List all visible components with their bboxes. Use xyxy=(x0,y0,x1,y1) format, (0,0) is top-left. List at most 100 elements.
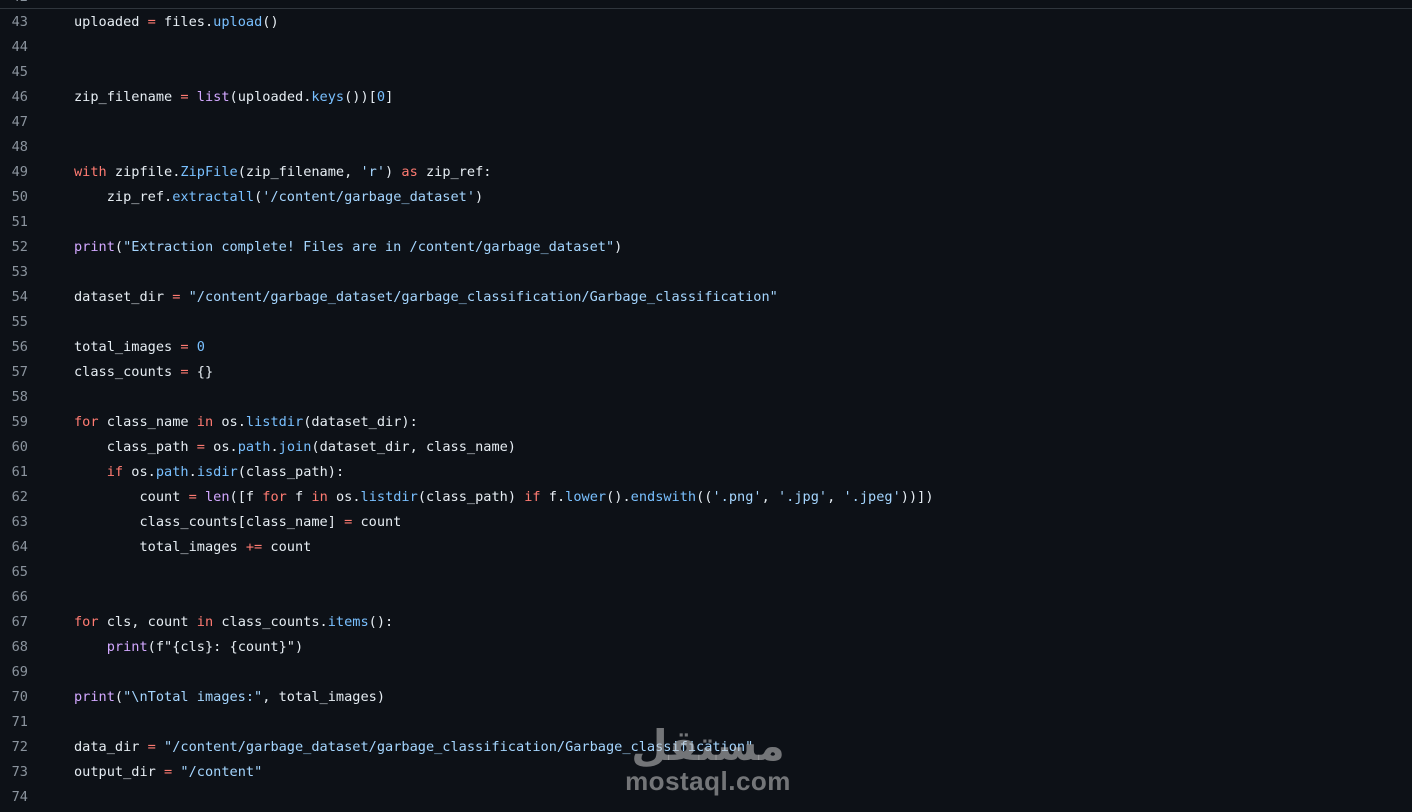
code-token: class_counts xyxy=(74,364,181,380)
line-number: 49 xyxy=(11,164,28,180)
code-line[interactable]: 58 xyxy=(0,385,1412,410)
line-text: total_images += count xyxy=(74,535,311,560)
code-token: for xyxy=(74,614,99,630)
code-line[interactable]: 66 xyxy=(0,585,1412,610)
code-token: () xyxy=(262,14,279,30)
code-token: '.jpeg' xyxy=(843,489,901,505)
code-line[interactable]: 71 xyxy=(0,710,1412,735)
code-line[interactable]: 60 class_path = os.path.join(dataset_dir… xyxy=(0,435,1412,460)
code-line[interactable]: 59 for class_name in os.listdir(dataset_d… xyxy=(0,410,1412,435)
code-line[interactable]: 53 xyxy=(0,260,1412,285)
code-token: listdir xyxy=(245,414,304,430)
code-token: ([f xyxy=(229,489,263,505)
code-line[interactable]: 62 count = len([f for f in os.listdir(cl… xyxy=(0,485,1412,510)
line-number: 61 xyxy=(11,464,28,480)
code-token: upload xyxy=(213,14,263,30)
line-number: 54 xyxy=(11,289,28,305)
code-token: ) xyxy=(614,239,623,255)
code-token: 0 xyxy=(196,339,205,355)
code-token: if xyxy=(524,489,541,505)
code-line[interactable]: 70 print("\nTotal images:", total_images) xyxy=(0,685,1412,710)
code-token: print xyxy=(106,639,148,655)
line-number: 56 xyxy=(11,339,28,355)
code-editor[interactable]: 4243uploaded = files.upload()444546zip_f… xyxy=(0,0,1412,810)
code-token: zipfile. xyxy=(106,164,181,180)
code-line[interactable]: 69 xyxy=(0,660,1412,685)
code-token: ( xyxy=(114,689,124,705)
line-number: 63 xyxy=(11,514,28,530)
code-token: os. xyxy=(204,439,238,455)
code-token: uploaded xyxy=(74,14,148,30)
code-token: = xyxy=(188,489,197,505)
code-token: "/content/garbage_dataset/garbage_classi… xyxy=(188,289,778,305)
code-token: keys xyxy=(311,89,345,105)
line-text: print(f"{cls}: {count}") xyxy=(74,635,303,660)
code-token: listdir xyxy=(360,489,418,505)
code-line[interactable]: 56 total_images = 0 xyxy=(0,335,1412,360)
line-number: 53 xyxy=(11,264,28,280)
code-line[interactable]: 47 xyxy=(0,110,1412,135)
code-token: count xyxy=(262,539,312,555)
line-text: output_dir = "/content" xyxy=(74,760,262,785)
code-token: print xyxy=(74,689,115,705)
code-line[interactable]: 46 zip_filename = list(uploaded.keys())[0… xyxy=(0,85,1412,110)
code-line[interactable]: 63 class_counts[class_name] = count xyxy=(0,510,1412,535)
line-number: 57 xyxy=(11,364,28,380)
code-line[interactable]: 42 xyxy=(0,0,1412,10)
code-line[interactable]: 52 print("Extraction complete! Files are … xyxy=(0,235,1412,260)
code-line[interactable]: 43 uploaded = files.upload() xyxy=(0,10,1412,35)
code-token: list xyxy=(196,89,230,105)
code-line[interactable]: 67 for cls, count in class_counts.items()… xyxy=(0,610,1412,635)
code-line[interactable]: 73 output_dir = "/content" xyxy=(0,760,1412,785)
code-token: = xyxy=(180,364,189,380)
code-token: . xyxy=(188,464,197,480)
code-token: os. xyxy=(327,489,361,505)
code-line[interactable]: 48 xyxy=(0,135,1412,160)
code-line[interactable]: 44 xyxy=(0,35,1412,60)
code-line[interactable]: 49 with zipfile.ZipFile(zip_filename, 'r'… xyxy=(0,160,1412,185)
code-token: 0 xyxy=(376,89,386,105)
code-line[interactable]: 61 if os.path.isdir(class_path): xyxy=(0,460,1412,485)
code-token: in xyxy=(311,489,328,505)
code-token: , xyxy=(761,489,778,505)
code-line[interactable]: 68 print(f"{cls}: {count}") xyxy=(0,635,1412,660)
code-token: (dataset_dir): xyxy=(303,414,418,430)
code-token: count xyxy=(74,489,189,505)
code-token: join xyxy=(278,439,312,455)
line-number: 66 xyxy=(11,589,28,605)
code-line[interactable]: 64 total_images += count xyxy=(0,535,1412,560)
code-token: path xyxy=(155,464,189,480)
code-token: output_dir xyxy=(74,764,165,780)
line-text: count = len([f for f in os.listdir(class… xyxy=(74,485,933,510)
code-token: dataset_dir xyxy=(74,289,173,305)
line-text: for class_name in os.listdir(dataset_dir… xyxy=(74,410,418,435)
code-line[interactable]: 50 zip_ref.extractall('/content/garbage_… xyxy=(0,185,1412,210)
code-token: ZipFile xyxy=(180,164,238,180)
code-token: for xyxy=(262,489,287,505)
code-token: class_counts[class_name] xyxy=(74,514,345,530)
line-number: 64 xyxy=(11,539,28,555)
code-token: f xyxy=(286,489,312,505)
line-text: zip_ref.extractall('/content/garbage_dat… xyxy=(74,185,484,210)
line-number: 65 xyxy=(11,564,28,580)
code-line[interactable]: 55 xyxy=(0,310,1412,335)
code-token: data_dir xyxy=(74,739,148,755)
code-line[interactable]: 54 dataset_dir = "/content/garbage_datase… xyxy=(0,285,1412,310)
code-line[interactable]: 57 class_counts = {} xyxy=(0,360,1412,385)
line-number: 59 xyxy=(11,414,28,430)
code-token: os. xyxy=(213,414,246,430)
code-line[interactable]: 65 xyxy=(0,560,1412,585)
code-line[interactable]: 74 xyxy=(0,785,1412,810)
line-text: class_path = os.path.join(dataset_dir, c… xyxy=(74,435,516,460)
code-token: , xyxy=(827,489,844,505)
code-line[interactable]: 51 xyxy=(0,210,1412,235)
line-text: if os.path.isdir(class_path): xyxy=(74,460,344,485)
line-number: 71 xyxy=(11,714,28,730)
code-line[interactable]: 72 data_dir = "/content/garbage_dataset/g… xyxy=(0,735,1412,760)
code-token: (uploaded. xyxy=(229,89,312,105)
code-line[interactable]: 45 xyxy=(0,60,1412,85)
line-text: zip_filename = list(uploaded.keys())[0] xyxy=(74,85,393,110)
line-number: 42 xyxy=(0,0,28,10)
